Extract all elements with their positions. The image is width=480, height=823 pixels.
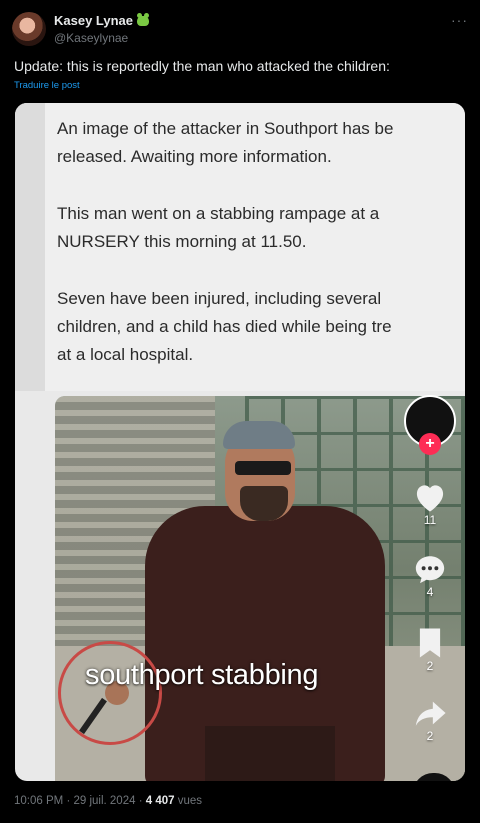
follow-plus-icon[interactable]: + [419,433,441,455]
caption-line: at a local hospital. [57,345,194,364]
share-arrow-icon [415,701,446,726]
heart-icon [416,485,444,512]
post-date[interactable]: 29 juil. 2024 [73,795,135,807]
caption-left-bar [15,103,45,391]
caption-line: An image of the attacker in Southport ha… [57,119,394,138]
person-cap [223,421,295,449]
meta-separator: · [138,795,146,807]
post-media[interactable]: An image of the attacker in Southport ha… [15,103,465,781]
author-name[interactable]: Kasey Lynae [54,12,150,28]
more-options-icon[interactable]: ··· [451,12,468,28]
caption-line: NURSERY this morning at 11.50. [57,232,307,251]
person-sunglasses [235,461,291,475]
frog-emoji-icon [137,12,150,26]
comment-icon [415,556,445,584]
comment-count: 4 [426,585,434,599]
screenshot-caption-area: An image of the attacker in Southport ha… [15,103,465,391]
caption-line: Seven have been injured, including sever… [57,289,382,308]
translate-link[interactable]: Traduire le post [14,80,80,91]
caption-line: released. Awaiting more information. [57,147,332,166]
like-count: 11 [423,513,437,527]
views-label: vues [177,795,203,807]
person-beard [240,486,288,521]
like-button[interactable]: 11 [405,481,455,527]
bookmark-icon [419,628,441,658]
save-count: 2 [426,659,434,673]
red-highlight-circle [58,641,162,745]
avatar[interactable] [12,12,46,46]
post-text: Update: this is reportedly the man who a… [14,58,390,74]
save-button[interactable]: 2 [405,627,455,673]
comment-button[interactable]: 4 [405,553,455,599]
author-name-text[interactable]: Kasey Lynae [54,13,133,28]
views-count: 4 407 [145,795,175,807]
person-legs [205,726,335,781]
caption-line: This man went on a stabbing rampage at a [57,204,380,223]
caption-line: children, and a child has died while bei… [57,317,392,336]
share-count: 2 [426,729,434,743]
share-button[interactable]: 2 [405,697,455,743]
post-meta: 10:06 PM · 29 juil. 2024 · 4 407 vues [14,795,202,807]
video-overlay-text: southport stabbing [85,659,319,691]
author-handle[interactable]: @Kaseylynae [54,31,128,45]
video-frame [55,396,465,781]
post-time[interactable]: 10:06 PM [14,795,63,807]
